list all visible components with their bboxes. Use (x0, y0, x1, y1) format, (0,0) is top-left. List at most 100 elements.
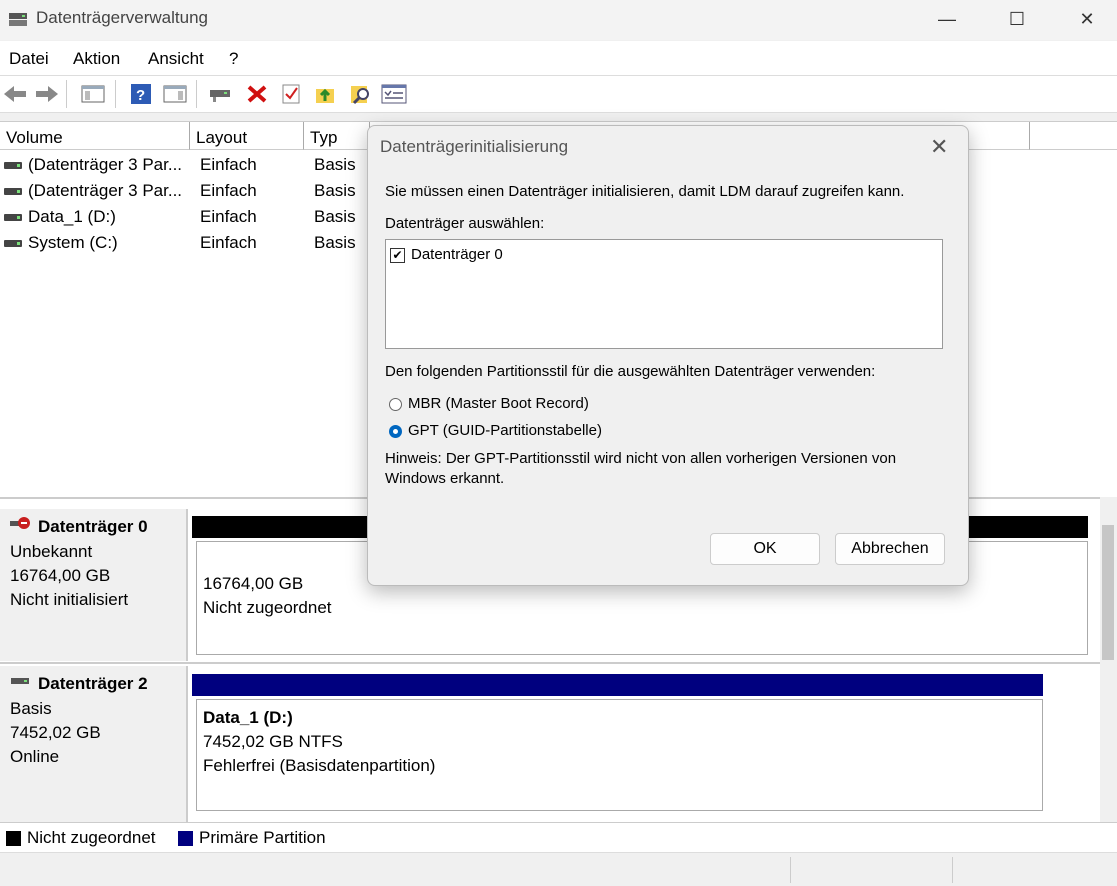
column-header-volume[interactable]: Volume (0, 122, 190, 150)
close-button[interactable]: ✕ (1052, 0, 1117, 38)
maximize-button[interactable]: ☐ (982, 0, 1052, 38)
menu-help[interactable]: ? (229, 49, 238, 69)
volume-name-cell: (Datenträger 3 Par... (4, 155, 189, 175)
delete-icon[interactable] (244, 82, 270, 106)
list-view-icon[interactable] (381, 82, 407, 106)
connect-drive-icon[interactable] (208, 82, 234, 106)
ok-button[interactable]: OK (710, 533, 820, 565)
minimize-button[interactable]: — (912, 0, 982, 38)
disk-status: Nicht initialisiert (10, 590, 129, 610)
column-header-extra[interactable] (1030, 122, 1117, 150)
dialog-intro: Sie müssen einen Datenträger initialisie… (385, 183, 905, 200)
cancel-button[interactable]: Abbrechen (835, 533, 945, 565)
disk-kind: Basis (10, 699, 52, 719)
mbr-option[interactable]: MBR (Master Boot Record) (389, 395, 589, 412)
disk-2-partition[interactable]: Data_1 (D:) 7452,02 GB NTFS Fehlerfrei (… (196, 699, 1043, 811)
menu-ansicht[interactable]: Ansicht (148, 49, 204, 69)
partition-status: Fehlerfrei (Basisdatenpartition) (203, 756, 436, 775)
menu-bar: Datei Aktion Ansicht ? (0, 41, 1117, 76)
disk-2-header: Datenträger 2 (10, 672, 176, 697)
legend-item-unallocated: Nicht zugeordnet (6, 828, 156, 848)
disk-0-header: Datenträger 0 (10, 515, 176, 540)
forward-arrow-icon[interactable] (34, 82, 60, 106)
disk-name: Datenträger 0 (38, 517, 148, 536)
legend-label: Primäre Partition (199, 828, 326, 847)
toolbar-separator (66, 80, 67, 108)
type-cell: Basis (314, 207, 356, 226)
drive-icon (4, 188, 22, 196)
gpt-radio[interactable] (389, 424, 402, 438)
disk-2-info[interactable]: Datenträger 2 Basis 7452,02 GB Online (0, 666, 188, 822)
gpt-option[interactable]: GPT (GUID-Partitionstabelle) (389, 422, 602, 439)
legend-swatch (178, 831, 193, 847)
table-row[interactable]: (Datenträger 3 Par... Einfach Basis (0, 153, 370, 178)
toolbar-separator (196, 80, 197, 108)
type-cell: Basis (314, 181, 356, 200)
disk-list-box[interactable]: ✔ Datenträger 0 (385, 239, 943, 349)
table-row[interactable]: System (C:) Einfach Basis (0, 231, 370, 256)
layout-cell: Einfach (200, 233, 257, 252)
disk-checkbox[interactable]: ✔ (390, 247, 405, 263)
folder-up-icon[interactable] (313, 82, 339, 106)
layout-cell: Einfach (200, 155, 257, 174)
gpt-note: Hinweis: Der GPT-Partitionsstil wird nic… (385, 450, 897, 487)
column-header-layout[interactable]: Layout (190, 122, 304, 150)
type-cell: Basis (314, 155, 356, 174)
partition-size: 7452,02 GB NTFS (203, 732, 343, 751)
disk-list-item[interactable]: ✔ Datenträger 0 (390, 246, 503, 263)
status-divider (790, 857, 791, 883)
disk-divider (0, 662, 1100, 664)
disk-kind: Unbekannt (10, 542, 93, 562)
layout-cell: Einfach (200, 207, 257, 226)
legend-swatch (6, 831, 21, 847)
disk-name: Datenträger 2 (38, 674, 148, 693)
type-cell: Basis (314, 233, 356, 252)
search-icon[interactable] (348, 82, 374, 106)
disk-icon (10, 672, 32, 697)
disk-status: Online (10, 747, 60, 767)
partition-style-label: Den folgenden Partitionsstil für die aus… (385, 363, 876, 380)
help-icon[interactable]: ? (128, 82, 154, 106)
window-title: Datenträgerverwaltung (36, 8, 208, 27)
table-row[interactable]: Data_1 (D:) Einfach Basis (0, 205, 370, 230)
initialize-disk-dialog: Datenträgerinitialisierung ✕ Sie müssen … (367, 125, 969, 586)
toolbar-separator (115, 80, 116, 108)
volume-name-cell: Data_1 (D:) (4, 207, 189, 227)
mbr-label: MBR (Master Boot Record) (408, 395, 589, 412)
dialog-title: Datenträgerinitialisierung (380, 137, 569, 156)
volume-name-cell: (Datenträger 3 Par... (4, 181, 189, 201)
gpt-label: GPT (GUID-Partitionstabelle) (408, 422, 602, 439)
legend: Nicht zugeordnet Primäre Partition (0, 822, 1117, 853)
disk-2-partition-bar (192, 674, 1043, 696)
disk-size: 7452,02 GB (10, 723, 101, 743)
svg-text:?: ? (136, 87, 145, 104)
table-row[interactable]: (Datenträger 3 Par... Einfach Basis (0, 179, 370, 204)
partition-status: Nicht zugeordnet (203, 598, 332, 617)
app-icon (8, 10, 28, 28)
drive-icon (4, 162, 22, 170)
legend-item-primary: Primäre Partition (178, 828, 326, 848)
disk-select-label: Datenträger auswählen: (385, 215, 545, 232)
dialog-close-icon[interactable]: ✕ (930, 134, 948, 160)
layout-cell: Einfach (200, 181, 257, 200)
column-header-extra[interactable] (966, 122, 1030, 150)
legend-label: Nicht zugeordnet (27, 828, 156, 847)
disk-error-icon (10, 515, 32, 540)
mbr-radio[interactable] (389, 397, 402, 411)
partition-title: Data_1 (D:) (203, 708, 293, 727)
properties-check-icon[interactable] (278, 82, 304, 106)
drive-icon (4, 214, 22, 222)
title-bar: Datenträgerverwaltung — ☐ ✕ (0, 0, 1117, 40)
disk-item-label: Datenträger 0 (411, 246, 503, 263)
console-tree-icon[interactable] (80, 82, 106, 106)
back-arrow-icon[interactable] (2, 82, 28, 106)
status-bar (0, 852, 1117, 886)
scrollbar-thumb[interactable] (1102, 525, 1114, 660)
disk-0-info[interactable]: Datenträger 0 Unbekannt 16764,00 GB Nich… (0, 509, 188, 661)
drive-icon (4, 240, 22, 248)
menu-datei[interactable]: Datei (9, 49, 49, 69)
column-header-typ[interactable]: Typ (304, 122, 370, 150)
status-divider (952, 857, 953, 883)
action-pane-icon[interactable] (162, 82, 188, 106)
menu-aktion[interactable]: Aktion (73, 49, 120, 69)
